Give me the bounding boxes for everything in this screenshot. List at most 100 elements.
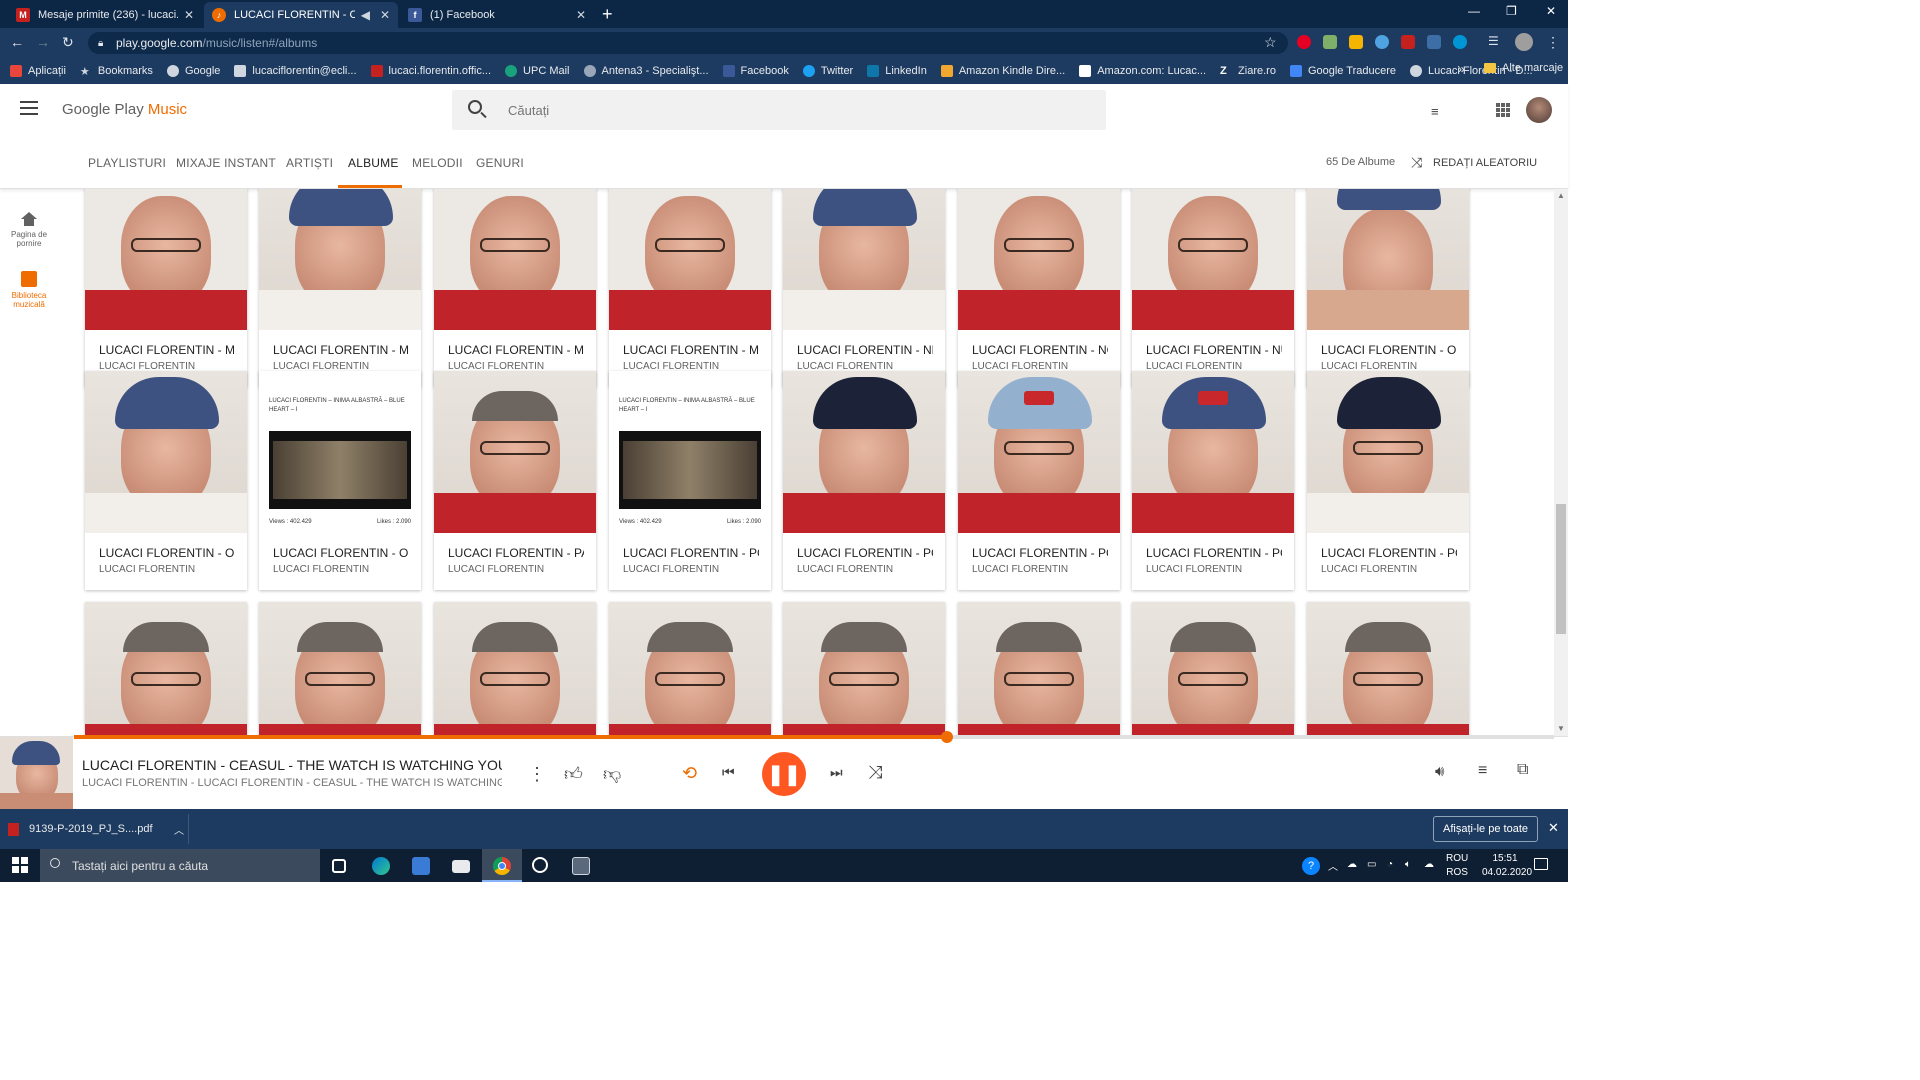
shuffle-icon[interactable]: ⤨: [868, 762, 882, 783]
tab-instant-mixes[interactable]: MIXAJE INSTANT: [176, 156, 276, 170]
now-playing-title[interactable]: LUCACI FLORENTIN - CEASUL - THE WATCH IS…: [82, 757, 502, 773]
album-art[interactable]: [1307, 371, 1469, 533]
album-card[interactable]: [434, 602, 596, 736]
star-icon[interactable]: ☆: [1264, 34, 1277, 51]
search-input[interactable]: Căutați: [452, 90, 1106, 130]
album-card[interactable]: LUCACI FLORENTIN - NE LUCACI FLORENTIN: [783, 189, 945, 387]
bookmark-item[interactable]: Amazon Kindle Dire...: [940, 65, 1065, 77]
album-title[interactable]: LUCACI FLORENTIN - PA: [448, 546, 584, 560]
close-icon[interactable]: ✕: [576, 8, 586, 22]
mail-icon[interactable]: [452, 860, 470, 873]
album-title[interactable]: LUCACI FLORENTIN - NU: [1146, 343, 1282, 357]
album-card[interactable]: [85, 602, 247, 736]
album-card[interactable]: LUCACI FLORENTIN – INIMA ALBASTRĂ – BLUE…: [259, 371, 421, 590]
repeat-icon[interactable]: ⟲: [682, 763, 697, 784]
pdf-extension-icon[interactable]: [1401, 35, 1415, 49]
album-art[interactable]: [259, 602, 421, 736]
album-card[interactable]: LUCACI FLORENTIN – INIMA ALBASTRĂ – BLUE…: [609, 371, 771, 590]
album-title[interactable]: LUCACI FLORENTIN - MI: [623, 343, 759, 357]
album-art[interactable]: [434, 371, 596, 533]
album-card[interactable]: LUCACI FLORENTIN - PC LUCACI FLORENTIN: [783, 371, 945, 590]
pinterest-extension-icon[interactable]: [1297, 35, 1311, 49]
album-art[interactable]: [1132, 371, 1294, 533]
album-art[interactable]: [609, 602, 771, 736]
album-card[interactable]: LUCACI FLORENTIN - MI LUCACI FLORENTIN: [609, 189, 771, 387]
cloud-icon[interactable]: ☁: [1347, 859, 1357, 870]
alarm-clock-icon[interactable]: [532, 857, 548, 873]
pop-out-icon[interactable]: ⧉: [1517, 761, 1528, 779]
task-view-icon[interactable]: [332, 859, 346, 873]
reload-icon[interactable]: ↻: [62, 34, 74, 51]
album-card[interactable]: [783, 602, 945, 736]
bookmark-item[interactable]: Aplicații: [10, 65, 66, 77]
album-artist[interactable]: LUCACI FLORENTIN: [797, 564, 933, 575]
close-window-button[interactable]: ✕: [1546, 4, 1556, 18]
album-title[interactable]: LUCACI FLORENTIN - PC: [623, 546, 759, 560]
album-art[interactable]: [958, 602, 1120, 736]
forward-icon[interactable]: →: [36, 34, 50, 50]
album-card[interactable]: [1132, 602, 1294, 736]
album-artist[interactable]: LUCACI FLORENTIN: [99, 564, 235, 575]
now-playing-subtitle[interactable]: LUCACI FLORENTIN - LUCACI FLORENTIN - CE…: [82, 777, 502, 789]
browser-tab-facebook[interactable]: f (1) Facebook ✕: [400, 2, 594, 28]
new-tab-button[interactable]: +: [602, 4, 613, 25]
sidenav-library[interactable]: Biblioteca muzicală: [6, 271, 52, 309]
queue-icon[interactable]: ≡: [1478, 762, 1487, 780]
album-title[interactable]: LUCACI FLORENTIN - PC: [797, 546, 933, 560]
other-bookmarks[interactable]: Alte marcaje: [1484, 62, 1563, 74]
calculator-icon[interactable]: [572, 857, 590, 875]
scroll-up-icon[interactable]: ▲: [1557, 191, 1565, 200]
volume-icon[interactable]: 🔈︎: [1405, 859, 1411, 870]
bookmark-item[interactable]: Amazon.com: Lucac...: [1079, 65, 1206, 77]
help-icon[interactable]: ?: [1302, 857, 1320, 875]
address-bar[interactable]: 🔒︎ play.google.com/music/listen#/albums: [88, 32, 1288, 54]
tab-albums[interactable]: ALBUME: [348, 156, 399, 170]
album-art[interactable]: LUCACI FLORENTIN – INIMA ALBASTRĂ – BLUE…: [259, 371, 421, 533]
album-card[interactable]: LUCACI FLORENTIN - PC LUCACI FLORENTIN: [1132, 371, 1294, 590]
extension-icon[interactable]: [1375, 35, 1389, 49]
download-item[interactable]: 9139-P-2019_PJ_S....pdf ︿: [8, 816, 184, 842]
album-art[interactable]: [783, 602, 945, 736]
album-card[interactable]: [1307, 602, 1469, 736]
minimize-button[interactable]: —: [1468, 4, 1480, 18]
album-card[interactable]: [958, 602, 1120, 736]
next-track-icon[interactable]: ⏭: [830, 764, 843, 781]
store-icon[interactable]: [412, 857, 430, 875]
scrollbar-thumb[interactable]: [1556, 504, 1566, 634]
thumbs-down-icon[interactable]: 👎︎: [603, 763, 621, 785]
tab-artists[interactable]: ARTIȘTI: [286, 156, 333, 170]
sidenav-home[interactable]: Pagina de pornire: [6, 212, 52, 248]
tab-playlists[interactable]: PLAYLISTURI: [88, 156, 166, 170]
album-art[interactable]: [259, 189, 421, 330]
album-art[interactable]: [958, 189, 1120, 330]
album-art[interactable]: [85, 371, 247, 533]
show-all-downloads-button[interactable]: Afișați-le pe toate: [1433, 816, 1538, 842]
more-options-icon[interactable]: ⋮: [528, 764, 546, 785]
album-artist[interactable]: LUCACI FLORENTIN: [623, 564, 759, 575]
album-art[interactable]: [85, 602, 247, 736]
extension-icon[interactable]: [1349, 35, 1363, 49]
back-icon[interactable]: ←: [10, 34, 24, 50]
reading-list-icon[interactable]: ☰: [1488, 34, 1499, 48]
hp-extension-icon[interactable]: [1453, 35, 1467, 49]
hamburger-menu-icon[interactable]: [20, 101, 38, 115]
pause-button[interactable]: ❚❚: [762, 752, 806, 796]
bookmark-item[interactable]: Z Ziare.ro: [1220, 65, 1276, 77]
bookmark-item[interactable]: Google: [166, 65, 220, 77]
album-title[interactable]: LUCACI FLORENTIN - MA: [273, 343, 409, 357]
now-playing-art[interactable]: [0, 737, 73, 809]
bookmark-item[interactable]: ★ Bookmarks: [80, 65, 153, 78]
bookmark-item[interactable]: Facebook: [722, 65, 789, 77]
volume-icon[interactable]: 🔊︎: [1435, 763, 1444, 780]
edge-icon[interactable]: [372, 857, 390, 875]
album-art[interactable]: [1307, 189, 1469, 330]
album-card[interactable]: LUCACI FLORENTIN - PC LUCACI FLORENTIN: [958, 371, 1120, 590]
chevron-up-icon[interactable]: ︿: [1328, 858, 1338, 873]
scroll-down-icon[interactable]: ▼: [1557, 724, 1565, 733]
album-art[interactable]: [434, 189, 596, 330]
onedrive-icon[interactable]: ☁: [1424, 859, 1434, 870]
album-art[interactable]: [783, 189, 945, 330]
album-title[interactable]: LUCACI FLORENTIN - MA: [99, 343, 235, 357]
album-card[interactable]: LUCACI FLORENTIN - PC LUCACI FLORENTIN: [1307, 371, 1469, 590]
album-art[interactable]: [958, 371, 1120, 533]
